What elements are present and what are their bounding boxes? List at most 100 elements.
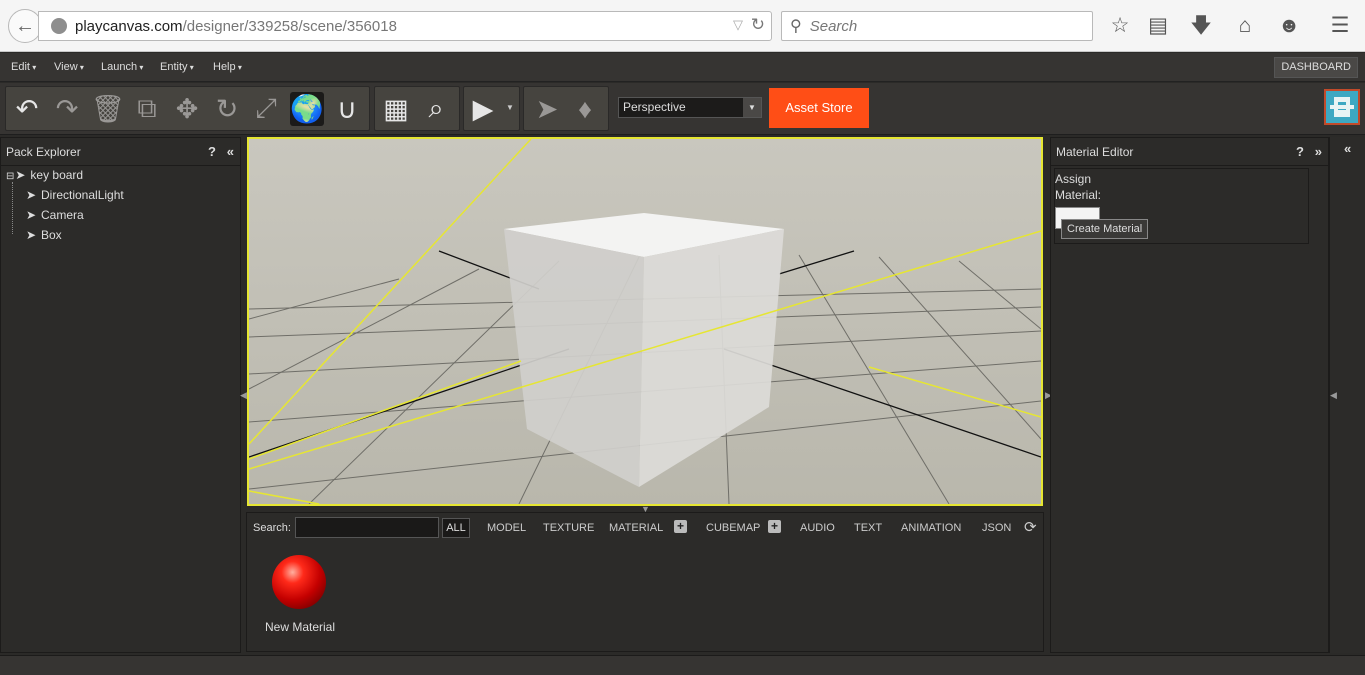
collapse-icon[interactable]: « — [227, 144, 234, 159]
right-panel-resize-handle[interactable]: ◀ — [1330, 390, 1337, 401]
menu-entity[interactable]: Entity — [160, 61, 194, 73]
filter-json[interactable]: JSON — [982, 522, 1011, 534]
menu-edit[interactable]: Edit — [11, 61, 36, 73]
filter-model[interactable]: MODEL — [487, 522, 526, 534]
undo-icon[interactable]: ↶ — [10, 92, 44, 126]
scene-render[interactable] — [249, 139, 1041, 504]
duplicate-icon[interactable]: ⧉ — [130, 92, 164, 126]
material-thumbnail-icon[interactable] — [272, 555, 326, 609]
pack-explorer-header: Pack Explorer ? « — [1, 138, 240, 166]
avatar-icon — [1330, 97, 1354, 117]
menu-bar: Edit View Launch Entity Help DASHBOARD — [0, 53, 1365, 82]
material-editor-panel: Material Editor ? » Assign Material: Cre… — [1050, 137, 1329, 653]
browser-chrome: ← playcanvas.com/designer/339258/scene/3… — [0, 0, 1365, 52]
tree-item[interactable]: ➤ DirectionalLight — [25, 188, 124, 202]
filter-all[interactable]: ALL — [442, 518, 470, 538]
world-space-icon[interactable]: 🌍 — [290, 92, 324, 126]
menu-view[interactable]: View — [54, 61, 84, 73]
tree-item-label: DirectionalLight — [41, 188, 124, 202]
back-arrow-icon: ← — [15, 14, 35, 37]
toolbar: ↶ ↷ 🗑 ⧉ ✥ ↻ ⤢ 🌍 ∪ ▦ ⌕ ▶ ▼ ➤ ♦ Perspectiv… — [0, 83, 1365, 135]
asset-store-button[interactable]: Asset Store — [769, 88, 869, 128]
help-icon[interactable]: ? — [1296, 144, 1304, 159]
pack-explorer-panel: Pack Explorer ? « ⊟➤ key board ➤ Direction… — [0, 137, 241, 653]
rocket-icon: ➤ — [25, 188, 37, 202]
rocket-icon: ➤ — [25, 228, 37, 242]
tree-collapse-icon[interactable]: ⊟ — [6, 171, 14, 182]
left-panel-resize-handle[interactable]: ◀ — [240, 390, 247, 401]
url-bar[interactable]: playcanvas.com/designer/339258/scene/356… — [38, 11, 772, 41]
zoom-icon[interactable]: ⌕ — [419, 92, 453, 126]
search-placeholder: Search — [809, 17, 858, 35]
filter-text[interactable]: TEXT — [854, 522, 882, 534]
help-icon[interactable]: ? — [208, 144, 216, 159]
tree-item-label: Box — [41, 228, 62, 242]
home-icon[interactable]: ⌂ — [1232, 14, 1258, 40]
url-dropdown-icon[interactable]: ▽ — [733, 17, 743, 33]
move-icon[interactable]: ✥ — [170, 92, 204, 126]
tree-guide — [12, 182, 13, 234]
chat-icon[interactable]: ☻ — [1276, 14, 1302, 40]
edit-tools-group: ↶ ↷ 🗑 ⧉ ✥ ↻ ⤢ 🌍 ∪ — [5, 86, 370, 131]
redo-icon[interactable]: ↷ — [50, 92, 84, 126]
chevron-down-icon: ▼ — [743, 98, 761, 117]
scale-icon[interactable]: ⤢ — [249, 92, 283, 126]
play-dropdown-icon[interactable]: ▼ — [506, 103, 514, 112]
dashboard-button[interactable]: DASHBOARD — [1274, 57, 1358, 78]
expand-left-icon[interactable]: « — [1344, 141, 1351, 156]
hamburger-menu-icon[interactable]: ☰ — [1327, 14, 1353, 40]
view-tools-group: ▦ ⌕ — [374, 86, 460, 131]
scene-viewport[interactable] — [247, 137, 1043, 506]
filter-texture[interactable]: TEXTURE — [543, 522, 594, 534]
menu-launch[interactable]: Launch — [101, 61, 143, 73]
tree-item[interactable]: ➤ Box — [25, 228, 62, 242]
back-button[interactable]: ← — [8, 9, 42, 43]
refresh-icon[interactable]: ⟳ — [1024, 518, 1037, 536]
asset-item-label[interactable]: New Material — [255, 620, 345, 634]
rocket-icon: ➤ — [25, 208, 37, 222]
rocket-icon[interactable]: ➤ — [530, 92, 564, 126]
filter-audio[interactable]: AUDIO — [800, 522, 835, 534]
filter-cubemap[interactable]: CUBEMAP — [706, 522, 760, 534]
snap-magnet-icon[interactable]: ∪ — [330, 92, 364, 126]
filter-material[interactable]: MATERIAL — [609, 522, 663, 534]
assign-material-label: Assign Material: — [1055, 172, 1102, 202]
expand-icon[interactable]: » — [1315, 144, 1322, 159]
assets-filter-bar: Search: ALL MODEL TEXTURE MATERIAL + CUB… — [247, 513, 1043, 543]
url-path: /designer/339258/scene/356018 — [182, 17, 397, 35]
rocket-icon: ➤ — [15, 168, 26, 182]
grid-layout-icon[interactable]: ▦ — [379, 92, 413, 126]
menu-help[interactable]: Help — [213, 61, 242, 73]
assign-material-section: Assign Material: Create Material — [1054, 168, 1309, 244]
tree-item[interactable]: ➤ Camera — [25, 208, 84, 222]
filter-animation[interactable]: ANIMATION — [901, 522, 961, 534]
camera-select[interactable]: Perspective ▼ — [618, 97, 762, 118]
reading-list-icon[interactable]: ▤ — [1145, 14, 1171, 40]
avatar[interactable] — [1324, 89, 1360, 125]
publish-group: ➤ ♦ — [523, 86, 609, 131]
tree-root-label: key board — [30, 168, 84, 182]
add-material-icon[interactable]: + — [674, 520, 687, 533]
asset-search-input[interactable] — [295, 517, 439, 538]
create-material-tooltip: Create Material — [1061, 219, 1149, 239]
pack-explorer-title: Pack Explorer — [6, 145, 81, 159]
assets-panel: Search: ALL MODEL TEXTURE MATERIAL + CUB… — [246, 512, 1044, 652]
delete-icon[interactable]: 🗑 — [91, 92, 125, 126]
status-bar — [0, 655, 1365, 675]
play-icon[interactable]: ▶ — [466, 92, 500, 126]
rotate-icon[interactable]: ↻ — [210, 92, 244, 126]
material-editor-title: Material Editor — [1056, 145, 1134, 159]
bookmark-star-icon[interactable]: ☆ — [1107, 14, 1133, 40]
download-icon[interactable]: 🡇 — [1188, 14, 1214, 40]
right-collapsed-panel: « ◀ — [1329, 137, 1365, 653]
reload-icon[interactable]: ↻ — [751, 15, 765, 35]
puzzle-icon[interactable]: ♦ — [568, 92, 602, 126]
tree-root[interactable]: ⊟➤ key board — [6, 168, 83, 182]
material-editor-header: Material Editor ? » — [1051, 138, 1328, 166]
tree-item-label: Camera — [41, 208, 84, 222]
add-cubemap-icon[interactable]: + — [768, 520, 781, 533]
browser-search-input[interactable]: ⚲ Search — [781, 11, 1093, 41]
launch-group: ▶ ▼ — [463, 86, 520, 131]
camera-select-value: Perspective — [623, 100, 686, 114]
search-icon: ⚲ — [790, 18, 802, 35]
